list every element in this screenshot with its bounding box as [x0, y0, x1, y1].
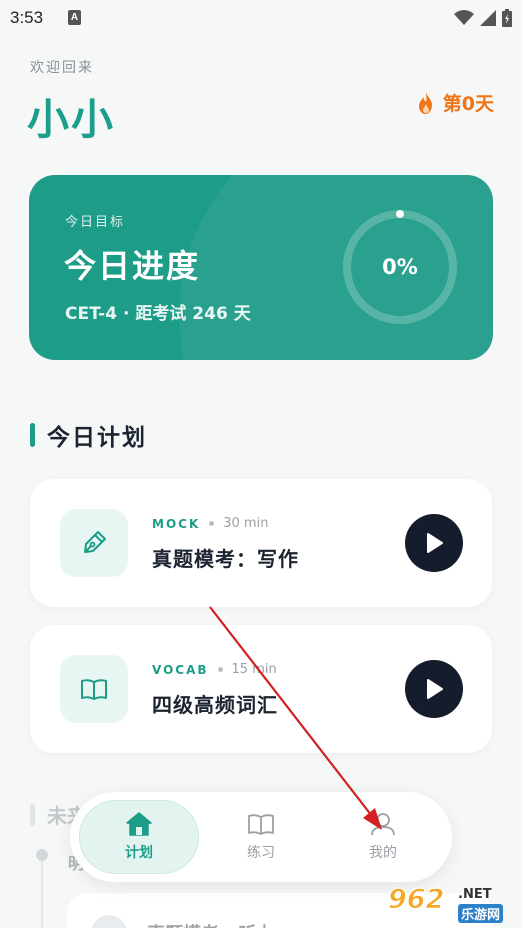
status-bar: 3:53 A — [0, 0, 522, 36]
watermark-site: 乐游网 — [458, 904, 504, 923]
meta-separator-dot — [209, 521, 215, 526]
section-accent-bar — [30, 803, 35, 826]
card-title: 今日进度 — [64, 247, 201, 285]
streak-badge[interactable]: 第0天 — [415, 89, 494, 116]
tab-label: 练习 — [247, 845, 275, 861]
task-title: 四级高频词汇 — [152, 693, 278, 717]
progress-percent: 0% — [382, 255, 418, 279]
card-subtitle: CET-4 · 距考试 246 天 — [65, 304, 251, 324]
task-icon-box — [60, 655, 128, 723]
timeline-line — [41, 858, 43, 928]
battery-icon — [502, 9, 512, 27]
progress-card[interactable]: 今日目标 今日进度 CET-4 · 距考试 246 天 0% — [29, 175, 493, 360]
pen-icon — [84, 531, 106, 553]
site-watermark: 962 .NET 乐游网 — [384, 884, 514, 924]
book-icon — [248, 814, 274, 835]
section-today-plan: 今日计划 — [30, 418, 147, 452]
task-meta: MOCK 30 min — [152, 516, 268, 531]
task-card-vocab[interactable]: VOCAB 15 min 四级高频词汇 — [30, 625, 492, 753]
meta-separator-dot — [217, 667, 223, 672]
task-duration: 30 min — [223, 516, 269, 531]
task-meta: VOCAB 15 min — [152, 662, 277, 677]
play-icon — [427, 679, 443, 699]
user-icon — [371, 813, 395, 836]
task-card-mock[interactable]: MOCK 30 min 真题模考：写作 — [30, 479, 492, 607]
home-icon — [126, 812, 152, 836]
flame-icon — [418, 91, 432, 114]
tab-plan[interactable]: 计划 — [79, 800, 199, 874]
signal-icon — [480, 10, 496, 26]
play-button[interactable] — [405, 660, 463, 718]
notification-badge: A — [68, 10, 81, 25]
section-accent-bar — [30, 423, 35, 447]
status-icons — [454, 8, 512, 28]
task-title: 真题模考 · 听力 — [147, 920, 274, 928]
card-eyebrow: 今日目标 — [65, 215, 126, 230]
streak-label: 第0天 — [442, 93, 494, 115]
tab-practice[interactable]: 练习 — [201, 800, 321, 874]
play-button[interactable] — [405, 514, 463, 572]
welcome-text: 欢迎回来 — [30, 60, 94, 76]
tab-label: 我的 — [369, 845, 397, 861]
task-duration: 15 min — [231, 662, 277, 677]
task-icon-box — [91, 915, 127, 928]
task-tag: MOCK — [152, 516, 201, 531]
watermark-number: 962 — [387, 884, 445, 916]
tab-label: 计划 — [125, 845, 153, 861]
timeline-dot — [36, 849, 48, 861]
play-icon — [427, 533, 443, 553]
wifi-icon — [454, 10, 474, 25]
username: 小小 — [27, 95, 116, 144]
task-tag: VOCAB — [152, 662, 209, 677]
watermark-net: .NET — [458, 887, 492, 902]
status-time: 3:53 — [10, 8, 44, 27]
tab-profile[interactable]: 我的 — [323, 800, 443, 874]
task-title: 真题模考：写作 — [152, 547, 299, 571]
task-icon-box — [60, 509, 128, 577]
book-icon — [81, 679, 107, 700]
section-title: 今日计划 — [47, 425, 147, 451]
bottom-tab-bar: 计划 练习 我的 — [70, 792, 452, 882]
